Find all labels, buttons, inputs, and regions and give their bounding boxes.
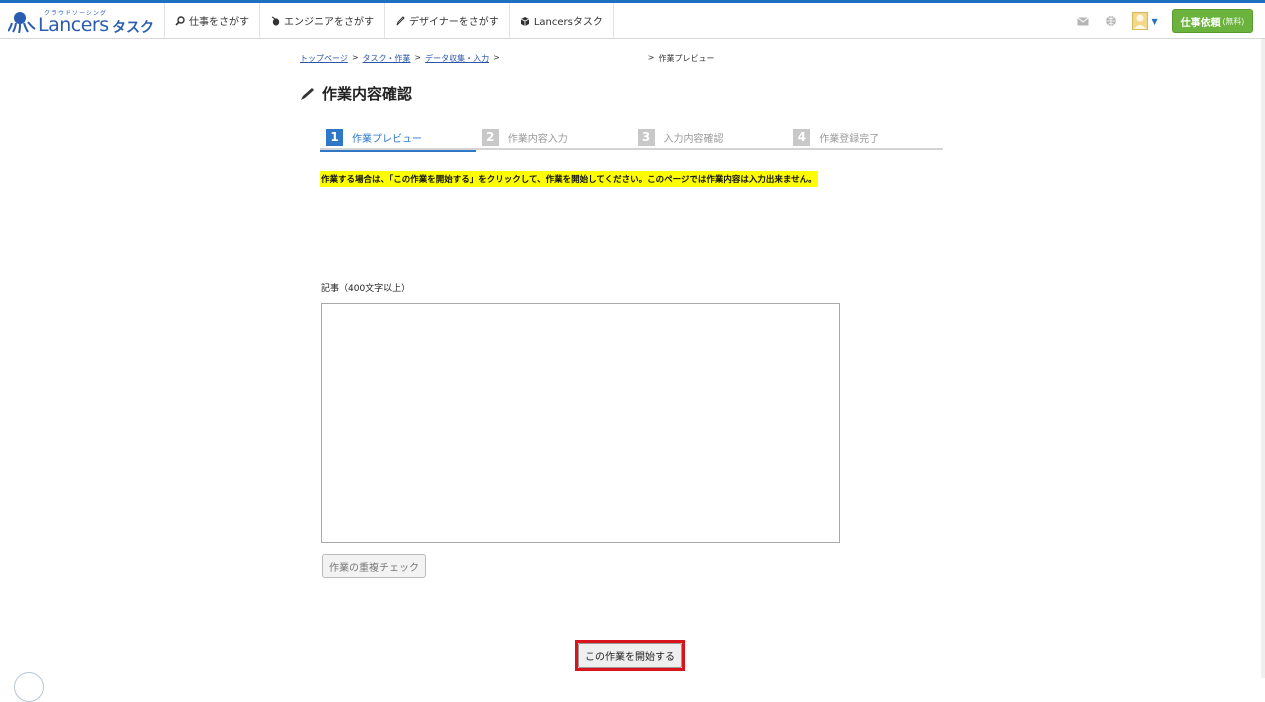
global-nav: 仕事をさがす エンジニアをさがす デザイナーをさがす Lancersタスク [164,3,614,38]
page-title: 作業内容確認 [300,83,412,104]
step-number: 1 [326,128,343,146]
avatar[interactable] [1131,12,1148,30]
duplicate-check-button[interactable]: 作業の重複チェック [322,554,426,578]
lancers-task-logo[interactable]: クラウドソーシング Lancers タスク [8,5,160,37]
breadcrumb-sep: > [414,53,422,62]
nav-label: Lancersタスク [533,17,603,28]
nav-lancers-task[interactable]: Lancersタスク [508,3,614,38]
search-icon [175,15,185,26]
logo-wordmark: Lancers [38,14,109,36]
floating-help-icon[interactable] [14,672,44,702]
mail-icon[interactable] [1076,14,1090,28]
post-job-label: 仕事依頼 [1180,17,1221,29]
breadcrumb-sep: > [493,53,500,62]
scrollbar[interactable] [1261,39,1265,678]
nav-label: エンジニアをさがす [284,17,374,28]
step-label: 入力内容確認 [663,133,724,145]
pen-icon [396,15,405,25]
breadcrumb-data-entry[interactable]: データ収集・入力 [425,53,489,64]
step-label: 作業登録完了 [819,133,880,145]
breadcrumb-task[interactable]: タスク・作業 [363,53,411,64]
pen-icon [301,87,314,100]
logo-task-word: タスク [112,20,154,36]
article-field-label: 記事（400文字以上） [321,284,411,294]
nav-find-engineers[interactable]: エンジニアをさがす [259,3,384,38]
step-3: 3 入力内容確認 [632,124,788,150]
page-title-text: 作業内容確認 [322,85,413,103]
breadcrumb-sep: > [351,53,359,62]
nav-label: デザイナーをさがす [409,17,499,28]
breadcrumb-redacted [504,53,644,64]
box-icon [520,16,529,26]
step-label: 作業プレビュー [352,133,422,145]
step-4: 4 作業登録完了 [787,124,943,150]
octopus-logo-icon [8,12,36,33]
step-label: 作業内容入力 [507,133,568,145]
step-number: 2 [481,128,499,146]
breadcrumb: トップページ > タスク・作業 > データ収集・入力 > > 作業プレビュー [300,53,715,64]
article-textarea[interactable] [321,303,840,543]
step-number: 3 [637,128,655,146]
nav-label: 仕事をさがす [189,17,249,28]
nav-find-jobs[interactable]: 仕事をさがす [164,3,259,38]
globe-icon[interactable] [1104,14,1118,28]
post-job-sub: (無料) [1222,16,1244,26]
post-job-button[interactable]: 仕事依頼 (無料) [1171,9,1253,33]
nav-find-designers[interactable]: デザイナーをさがす [384,3,509,38]
start-task-button[interactable]: この作業を開始する [578,643,682,668]
mouse-icon [271,16,280,26]
step-2: 2 作業内容入力 [476,124,632,150]
step-number: 4 [793,128,811,146]
step-indicator: 1 作業プレビュー 2 作業内容入力 3 入力内容確認 4 作業登録完了 [320,124,943,152]
header-right: ▼ 仕事依頼 (無料) [1076,8,1253,34]
step-1: 1 作業プレビュー [320,124,476,152]
global-header: クラウドソーシング Lancers タスク 仕事をさがす エンジニアをさがす デ… [0,3,1265,39]
chevron-down-icon[interactable]: ▼ [1152,17,1158,26]
breadcrumb-sep: > [647,53,655,62]
preview-notice: 作業する場合は、「この作業を開始する」をクリックして、作業を開始してください。こ… [320,171,818,187]
breadcrumb-top[interactable]: トップページ [300,53,348,64]
breadcrumb-current: 作業プレビュー [658,54,715,63]
start-task-highlight: この作業を開始する [575,640,685,671]
